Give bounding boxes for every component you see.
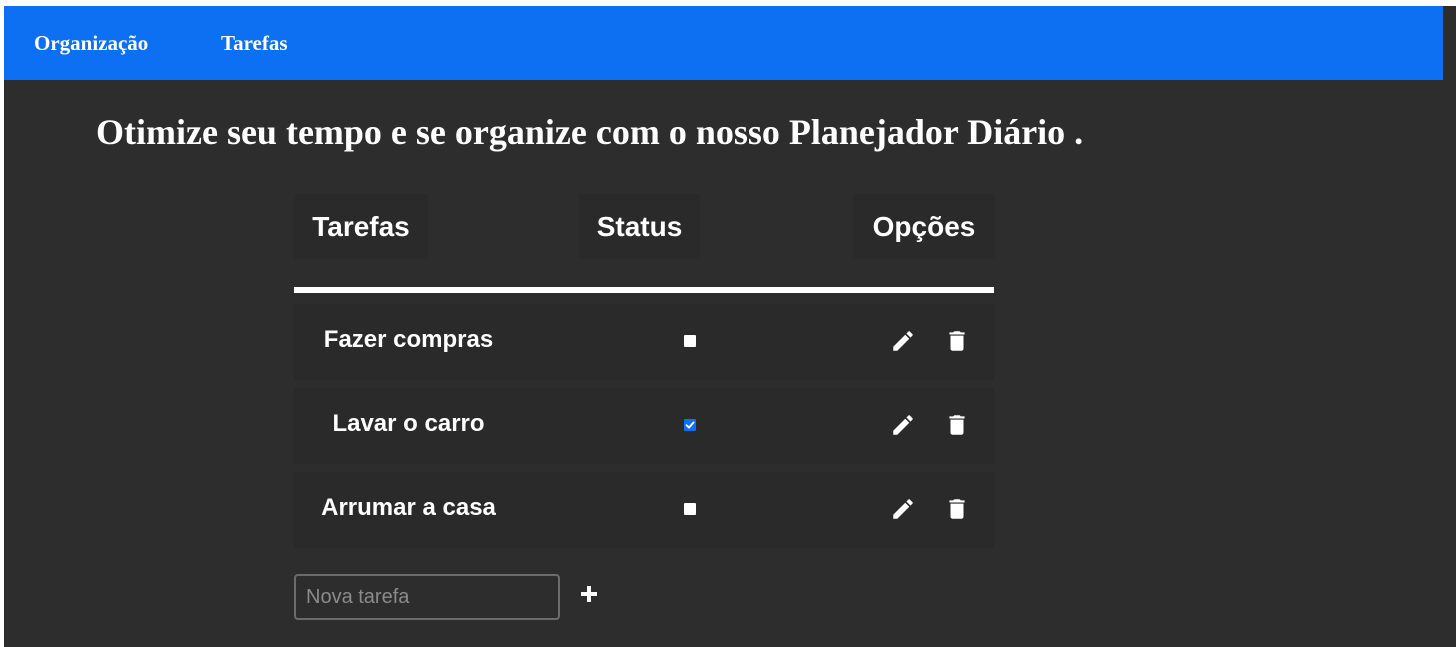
- nav-link-tarefas[interactable]: Tarefas: [221, 30, 288, 56]
- status-checkbox[interactable]: [684, 419, 696, 431]
- table-row: Lavar o carro: [294, 388, 994, 464]
- status-checkbox[interactable]: [684, 335, 696, 347]
- pencil-icon[interactable]: [890, 496, 916, 522]
- page-headline: Otimize seu tempo e se organize com o no…: [96, 112, 1084, 152]
- nav-link-organizacao[interactable]: Organização: [34, 30, 148, 56]
- new-task-input[interactable]: [294, 574, 560, 620]
- pencil-icon[interactable]: [890, 412, 916, 438]
- table-header-divider: [294, 287, 994, 293]
- task-name: Lavar o carro: [332, 410, 485, 437]
- status-checkbox[interactable]: [684, 503, 696, 515]
- app-frame: Organização Tarefas Otimize seu tempo e …: [4, 6, 1456, 647]
- plus-icon[interactable]: [578, 582, 600, 606]
- column-header-status: Status: [579, 194, 700, 259]
- pencil-icon[interactable]: [890, 328, 916, 354]
- trash-icon[interactable]: [944, 328, 970, 354]
- table-row: Fazer compras: [294, 304, 994, 380]
- column-header-tasks: Tarefas: [294, 194, 428, 259]
- navbar: Organização Tarefas: [4, 6, 1443, 80]
- trash-icon[interactable]: [944, 412, 970, 438]
- trash-icon[interactable]: [944, 496, 970, 522]
- column-header-options: Opções: [853, 194, 995, 259]
- task-name: Fazer compras: [323, 326, 494, 353]
- task-name: Arrumar a casa: [321, 494, 496, 521]
- table-row: Arrumar a casa: [294, 472, 994, 548]
